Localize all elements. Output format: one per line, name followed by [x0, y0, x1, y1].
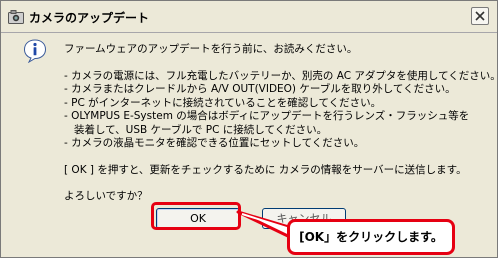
- precaution-item: - カメラの電源には、フル充電したバッテリーか、別売の AC アダプタを使用して…: [64, 69, 500, 82]
- close-icon: [475, 11, 485, 21]
- window-title: カメラのアップデート: [29, 11, 150, 25]
- notice-text: [ OK ] を押すと、更新をチェックするために カメラの情報をサーバーに送信し…: [64, 163, 467, 176]
- intro-text: ファームウェアのアップデートを行う前に、お読みください。: [64, 43, 358, 55]
- instruction-callout: [OK」をクリックします。: [287, 219, 455, 255]
- title-separator: [1, 32, 497, 33]
- confirm-question: よろしいですか？: [64, 190, 148, 202]
- title-bar: カメラのアップデート: [1, 1, 497, 31]
- close-button[interactable]: [471, 7, 489, 25]
- precaution-item: - カメラまたはクレードルから A/V OUT(VIDEO) ケーブルを取り外し…: [64, 83, 456, 95]
- info-icon: [23, 39, 47, 64]
- precaution-item: - カメラの液晶モニタを確認できる位置にセットしてください。: [64, 137, 365, 149]
- precaution-item: - OLYMPUS E-System の場合はボディにアップデートを行うレンズ・…: [64, 110, 470, 122]
- precautions-list: - カメラの電源には、フル充電したバッテリーか、別売の AC アダプタを使用して…: [64, 69, 500, 151]
- camera-icon: [8, 9, 24, 24]
- precaution-item: - PC がインターネットに接続されていることを確認してください。: [64, 96, 382, 109]
- message-body: ファームウェアのアップデートを行う前に、お読みください。 - カメラの電源には、…: [64, 43, 500, 204]
- precaution-item: 装着して、USB ケーブルで PC に接続してください。: [74, 123, 328, 136]
- ok-highlight-ring: [151, 202, 241, 230]
